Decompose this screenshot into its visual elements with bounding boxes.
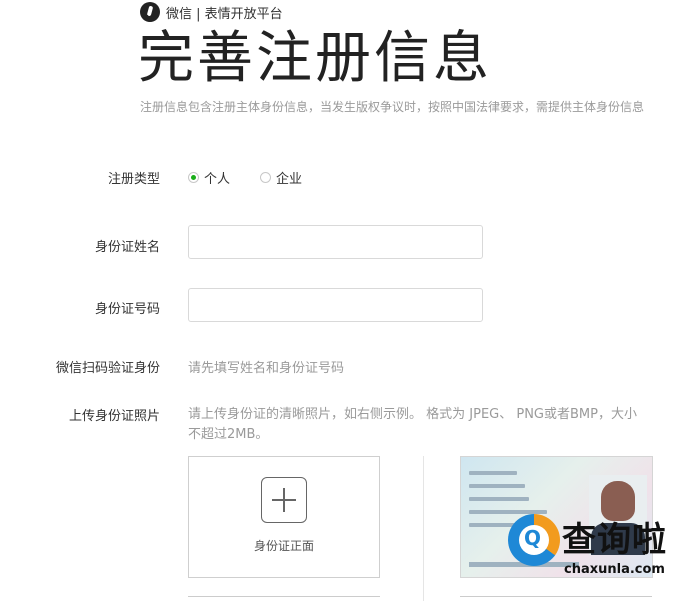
- page-title: 完善注册信息: [138, 26, 492, 91]
- radio-enterprise[interactable]: 企业: [260, 168, 302, 187]
- id-number-label: 身份证号码: [94, 302, 160, 317]
- radio-personal-label: 个人: [204, 172, 231, 187]
- divider: [188, 596, 380, 597]
- wechat-verify-label: 微信扫码验证身份: [55, 361, 160, 376]
- divider: [460, 596, 652, 597]
- divider: [423, 456, 424, 601]
- id-number-input[interactable]: [188, 288, 483, 322]
- radio-checked-icon: [188, 172, 199, 183]
- upload-label: 上传身份证照片: [68, 409, 160, 424]
- register-type-label: 注册类型: [107, 172, 160, 187]
- radio-personal[interactable]: 个人: [188, 168, 230, 187]
- radio-enterprise-label: 企业: [276, 172, 303, 187]
- watermark: Q 查询啦 chaxunla.com: [500, 508, 682, 588]
- register-type-radio-group: 个人 企业: [188, 168, 302, 187]
- id-front-label: 身份证正面: [253, 539, 314, 553]
- wechat-logo-icon: [140, 2, 160, 22]
- radio-unchecked-icon: [260, 172, 272, 183]
- brand: 微信 | 表情开放平台: [140, 2, 283, 22]
- page-description: 注册信息包含注册主体身份信息，当发生版权争议时，按照中国法律要求，需提供主体身份…: [140, 100, 645, 114]
- id-front-upload-button[interactable]: 身份证正面: [188, 456, 380, 578]
- watermark-logo-letter: Q: [524, 526, 542, 550]
- id-name-input[interactable]: [188, 225, 483, 259]
- upload-hint: 请上传身份证的清晰照片，如右侧示例。 格式为 JPEG、 PNG或者BMP，大小…: [188, 407, 637, 442]
- wechat-verify-hint: 请先填写姓名和身份证号码: [188, 361, 345, 376]
- id-name-label: 身份证姓名: [94, 240, 160, 255]
- plus-icon: [261, 477, 307, 523]
- watermark-title: 查询啦: [562, 520, 667, 560]
- brand-text: 微信 | 表情开放平台: [166, 6, 283, 22]
- watermark-url: chaxunla.com: [564, 562, 665, 577]
